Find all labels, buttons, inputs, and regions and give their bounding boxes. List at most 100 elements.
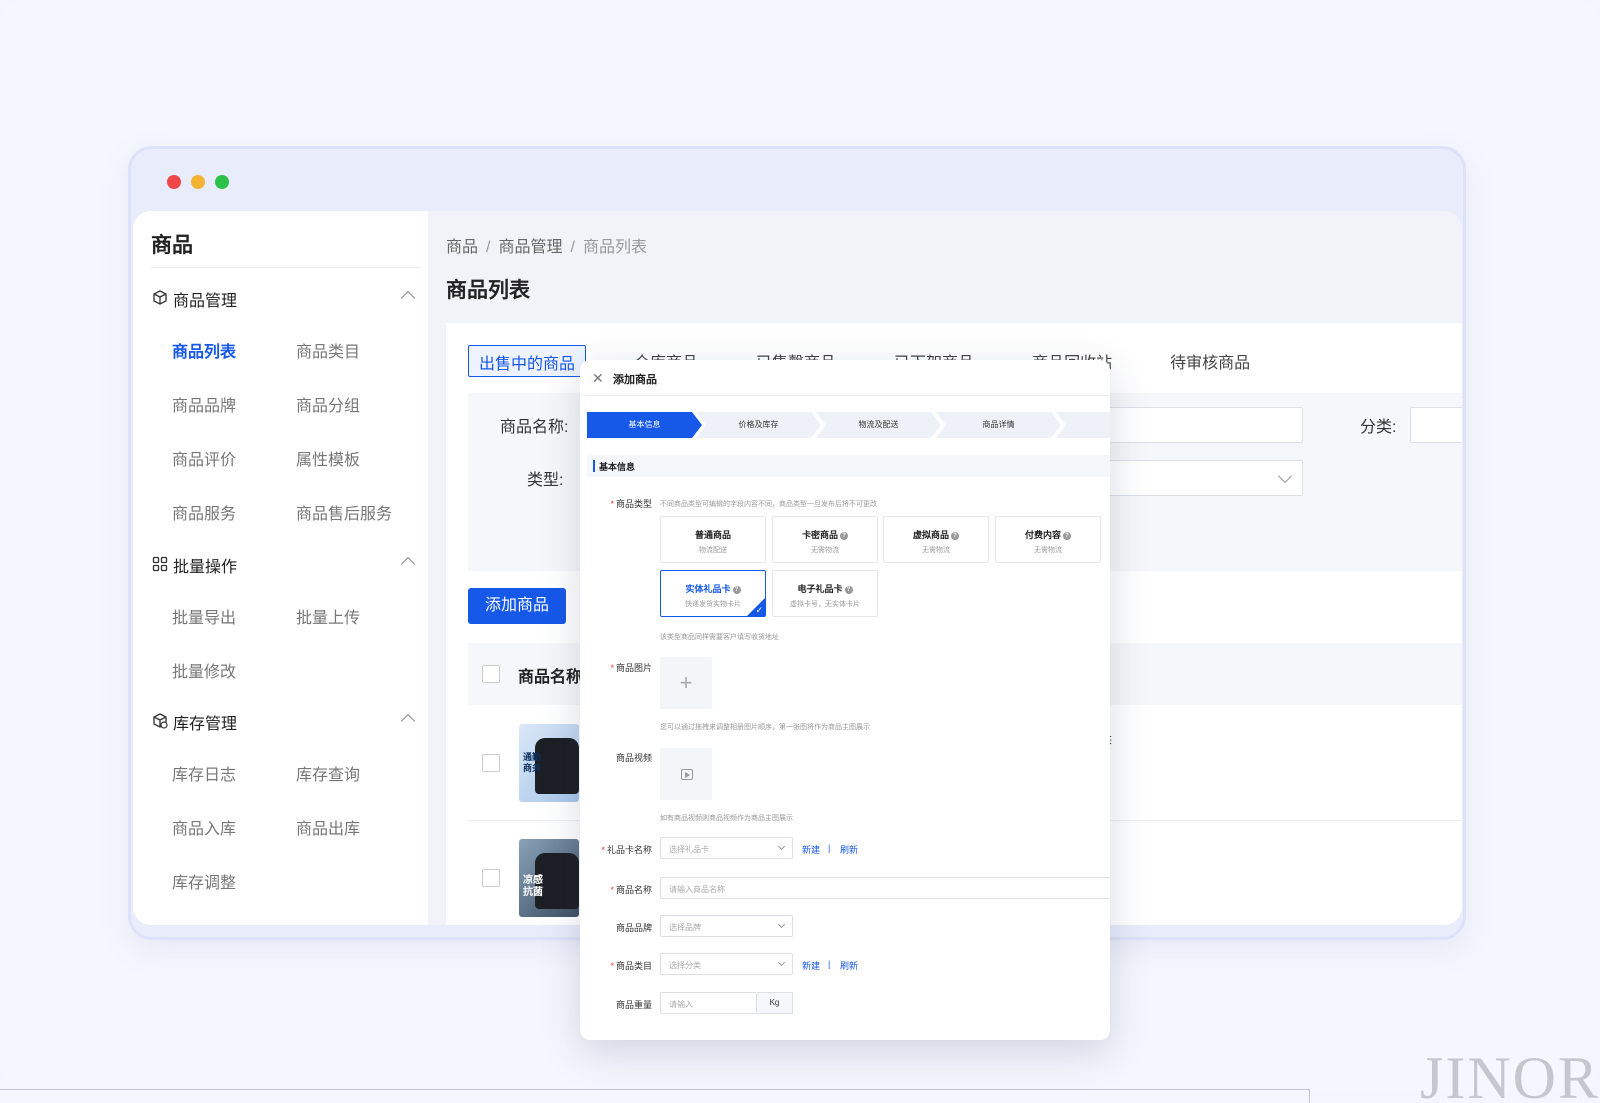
category-select[interactable]: 选择分类 [660, 953, 793, 975]
menu-item-product-service[interactable]: 商品服务 [172, 500, 236, 524]
giftcard-refresh-link[interactable]: 刷新 [840, 843, 858, 856]
type-sub: 虚拟卡号，无实体卡片 [790, 601, 860, 608]
step-label: 价格及库存 [738, 420, 779, 429]
menu-item-batch-edit[interactable]: 批量修改 [172, 658, 236, 682]
step-label: 基本信息 [628, 420, 661, 429]
weight-input[interactable]: 请输入 [660, 992, 757, 1014]
add-product-button[interactable]: 添加商品 [468, 588, 566, 624]
row-checkbox[interactable] [482, 754, 500, 772]
close-icon[interactable]: ✕ [592, 370, 604, 387]
maximize-window-dot[interactable] [215, 175, 229, 189]
required-mark: * [610, 961, 614, 971]
modal-title: 添加商品 [613, 374, 657, 386]
sidebar-divider [151, 267, 421, 268]
step-details[interactable]: 商品详情 [936, 412, 1061, 438]
step-price-stock[interactable]: 价格及库存 [696, 412, 821, 438]
breadcrumb: 商品 / 商品管理 / 商品列表 [446, 233, 647, 257]
weight-placeholder: 请输入 [669, 1000, 693, 1009]
breadcrumb-item[interactable]: 商品管理 [498, 239, 562, 256]
type-card-e-giftcard[interactable]: 电子礼品卡? 虚拟卡号，无实体卡片 [772, 570, 878, 617]
chevron-up-icon[interactable] [400, 556, 416, 572]
watermark: JINOR [1420, 1045, 1600, 1103]
link-separator: | [828, 959, 831, 969]
bottom-divider [0, 1089, 1310, 1090]
modal-header-divider [580, 395, 1110, 396]
step-more[interactable] [1056, 412, 1110, 438]
type-card-virtual[interactable]: 虚拟商品? 无需物流 [883, 516, 989, 563]
sidebar-title: 商品 [151, 234, 193, 257]
video-upload-box[interactable] [660, 748, 712, 800]
required-mark: * [601, 845, 605, 855]
product-image-hint: 您可以通过拖拽来调整相册图片顺序，第一张图将作为商品主图展示 [660, 724, 870, 731]
help-icon[interactable]: ? [844, 586, 853, 594]
menu-item-inventory-log[interactable]: 库存日志 [172, 761, 236, 785]
help-icon[interactable]: ? [840, 532, 848, 540]
type-card-normal[interactable]: 普通商品 物流配送 [660, 516, 766, 563]
label-giftcard-name: * 礼品卡名称 [588, 843, 652, 856]
grid-icon [152, 556, 168, 572]
required-mark: * [610, 663, 614, 673]
product-name-placeholder: 请输入商品名称 [669, 885, 725, 894]
minimize-window-dot[interactable] [191, 175, 205, 189]
type-card-card-secret[interactable]: 卡密商品? 无需物流 [772, 516, 878, 563]
help-icon[interactable]: ? [732, 586, 741, 594]
type-sub: 无需物流 [922, 547, 950, 554]
chevron-up-icon[interactable] [400, 290, 416, 306]
section-title: 基本信息 [599, 462, 636, 472]
required-mark: * [610, 499, 614, 509]
tab-pending-review[interactable]: 待审核商品 [1160, 345, 1260, 377]
menu-item-batch-export[interactable]: 批量导出 [172, 604, 236, 628]
type-name: 电子礼品卡 [797, 584, 843, 594]
type-card-physical-giftcard[interactable]: 实体礼品卡? 快递发货实物卡片 ✓ [660, 570, 766, 617]
category-new-link[interactable]: 新建 [802, 959, 820, 972]
chevron-down-icon [777, 920, 786, 929]
menu-item-product-category[interactable]: 商品类目 [296, 338, 360, 362]
giftcard-new-link[interactable]: 新建 [802, 843, 820, 856]
section-batch-operations[interactable]: 批量操作 [151, 551, 421, 577]
product-type-note: 该类型商品同样需要客户填写收货地址 [660, 634, 779, 641]
step-label: 物流及配送 [858, 420, 899, 429]
menu-item-attribute-template[interactable]: 属性模板 [296, 446, 360, 470]
check-icon: ✓ [755, 605, 763, 615]
menu-item-inventory-query[interactable]: 库存查询 [296, 761, 360, 785]
product-thumbnail[interactable]: 通勤商务 [519, 724, 579, 802]
chevron-down-icon [777, 958, 786, 967]
step-basic-info[interactable]: 基本信息 [587, 412, 702, 438]
breadcrumb-item[interactable]: 商品 [446, 239, 478, 256]
filter-type-label: 类型: [527, 472, 564, 489]
menu-item-after-sales[interactable]: 商品售后服务 [296, 500, 392, 524]
product-name-input[interactable]: 请输入商品名称 [660, 877, 1110, 899]
section-inventory-management[interactable]: 库存管理 [151, 708, 421, 734]
bottom-divider-tick [1309, 1089, 1310, 1103]
menu-item-stock-adjust[interactable]: 库存调整 [172, 869, 236, 893]
category-placeholder: 选择分类 [669, 961, 701, 970]
product-thumbnail[interactable]: 凉感抗菌 [519, 839, 579, 917]
close-window-dot[interactable] [167, 175, 181, 189]
label-product-weight: 商品重量 [588, 998, 652, 1011]
help-icon[interactable]: ? [1063, 532, 1071, 540]
help-icon[interactable]: ? [951, 532, 959, 540]
tab-on-sale[interactable]: 出售中的商品 [468, 345, 587, 377]
thumbnail-caption: 通勤商务 [523, 752, 542, 773]
image-upload-box[interactable]: + [660, 657, 712, 709]
brand-select[interactable]: 选择品牌 [660, 915, 793, 937]
menu-item-batch-upload[interactable]: 批量上传 [296, 604, 360, 628]
weight-unit: Kg [757, 992, 793, 1014]
row-checkbox[interactable] [482, 869, 500, 887]
menu-item-stock-in[interactable]: 商品入库 [172, 815, 236, 839]
menu-item-product-brand[interactable]: 商品品牌 [172, 392, 236, 416]
menu-item-product-list[interactable]: 商品列表 [172, 338, 236, 362]
step-logistics[interactable]: 物流及配送 [816, 412, 941, 438]
section-product-management[interactable]: 商品管理 [151, 285, 421, 311]
section-accent-bar [593, 460, 595, 472]
label-text: 商品品牌 [615, 923, 652, 933]
giftcard-select[interactable]: 选择礼品卡 [660, 837, 793, 859]
chevron-up-icon[interactable] [400, 713, 416, 729]
menu-item-stock-out[interactable]: 商品出库 [296, 815, 360, 839]
filter-category-select[interactable] [1410, 407, 1462, 443]
select-all-checkbox[interactable] [482, 665, 500, 683]
category-refresh-link[interactable]: 刷新 [840, 959, 858, 972]
menu-item-product-review[interactable]: 商品评价 [172, 446, 236, 470]
menu-item-product-group[interactable]: 商品分组 [296, 392, 360, 416]
type-card-paid-content[interactable]: 付费内容? 无需物流 [995, 516, 1101, 563]
